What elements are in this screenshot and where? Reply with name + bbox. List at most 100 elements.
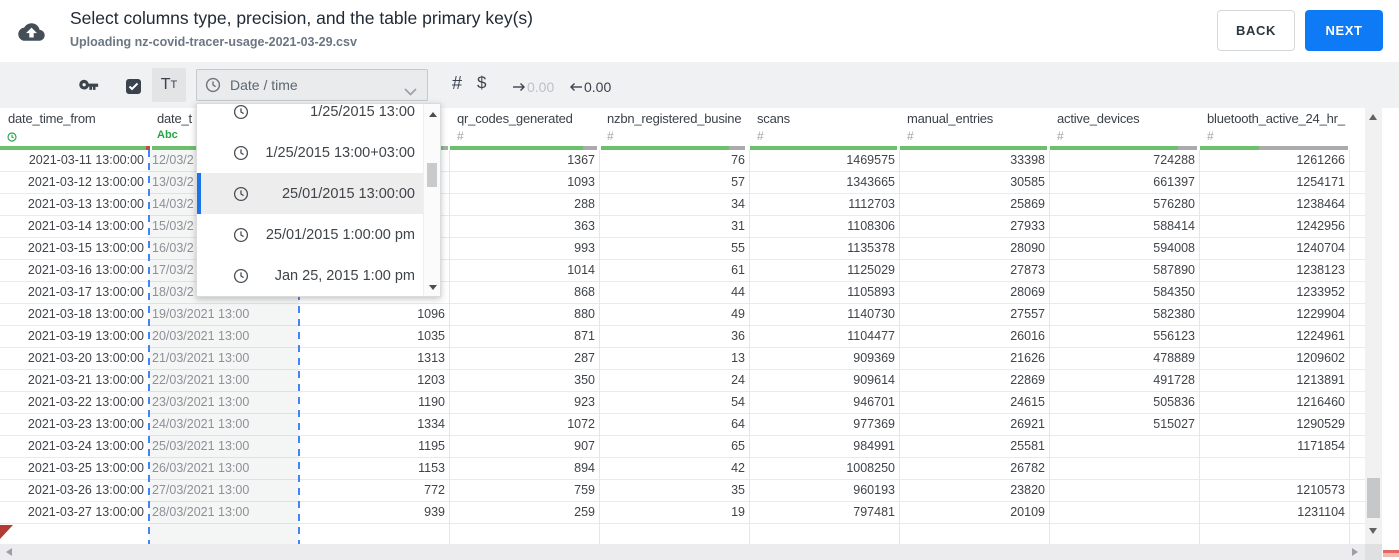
table-cell: 923 [574, 395, 595, 409]
table-cell: 26782 [1010, 461, 1045, 475]
date-format-option[interactable]: 25/01/2015 1:00:00 pm [197, 214, 423, 255]
dropdown-scrollbar-thumb[interactable] [427, 163, 437, 187]
table-cell: 21626 [1010, 351, 1045, 365]
column-header[interactable]: nzbn_registered_busine [607, 111, 749, 126]
table-cell: 1313 [417, 351, 445, 365]
scroll-up-arrow[interactable] [1369, 114, 1377, 120]
table-cell: 1240704 [1296, 241, 1345, 255]
table-cell: 2021-03-21 13:00:00 [27, 373, 144, 387]
table-cell: 1233952 [1296, 285, 1345, 299]
table-cell: 20109 [1010, 505, 1045, 519]
string-type-label: Abc [157, 129, 178, 141]
type-format-select[interactable]: Date / time [196, 69, 428, 101]
table-cell: 587890 [1153, 263, 1195, 277]
column-header[interactable]: bluetooth_active_24_hr_ [1207, 111, 1349, 126]
table-cell: 1290529 [1296, 417, 1345, 431]
decrease-precision-button[interactable]: 0.00 [569, 78, 611, 96]
table-cell: 1229904 [1296, 307, 1345, 321]
text-type-button[interactable]: TT [152, 68, 186, 102]
table-cell: 1469575 [846, 153, 895, 167]
table-cell: 584350 [1153, 285, 1195, 299]
date-format-label: 1/25/2015 13:00+03:00 [265, 144, 415, 161]
table-cell: 1203 [417, 373, 445, 387]
dropdown-scrollbar[interactable] [423, 104, 440, 296]
increase-precision-button[interactable]: 0.00 [512, 78, 554, 96]
date-format-label: 25/01/2015 13:00:00 [281, 185, 415, 202]
table-cell: 25581 [1010, 439, 1045, 453]
date-format-option[interactable]: Jan 25, 2015 1:00 pm [197, 255, 423, 296]
vertical-scrollbar-thumb[interactable] [1367, 478, 1380, 518]
table-cell: 582380 [1153, 307, 1195, 321]
left-arrow-icon [569, 79, 583, 95]
table-cell: 588414 [1153, 219, 1195, 233]
column-header[interactable]: scans [757, 111, 899, 126]
table-cell: 64 [731, 417, 745, 431]
dropdown-scroll-down-arrow[interactable] [428, 285, 437, 290]
date-format-option[interactable]: 1/25/2015 13:00 [197, 104, 423, 132]
date-format-option[interactable]: 25/01/2015 13:00:00 [197, 173, 423, 214]
table-cell: 1108306 [847, 219, 895, 233]
table-cell: 25869 [1010, 197, 1045, 211]
table-cell: 19 [731, 505, 745, 519]
column-separator [1199, 150, 1200, 544]
required-checkbox[interactable] [126, 79, 141, 94]
number-type-label: # [907, 129, 914, 143]
clock-icon [205, 77, 221, 93]
table-cell: 1035 [417, 329, 445, 343]
table-cell: 1008250 [846, 461, 895, 475]
column-header[interactable]: active_devices [1057, 111, 1199, 126]
table-cell: 1135378 [847, 241, 895, 255]
table-cell: 505836 [1153, 395, 1195, 409]
table-cell: 946701 [853, 395, 895, 409]
table-cell: 76 [731, 153, 745, 167]
table-cell: 55 [731, 241, 745, 255]
column-header[interactable]: qr_codes_generated [457, 111, 599, 126]
table-cell: 2021-03-27 13:00:00 [27, 505, 144, 519]
date-format-option[interactable]: 1/25/2015 13:00+03:00 [197, 132, 423, 173]
table-cell: 556123 [1153, 329, 1195, 343]
column-header[interactable]: manual_entries [907, 111, 1049, 126]
table-cell: 23820 [1010, 483, 1045, 497]
table-cell: 939 [424, 505, 445, 519]
scroll-down-arrow[interactable] [1369, 528, 1377, 534]
table-cell: 28069 [1010, 285, 1045, 299]
table-cell: 2021-03-24 13:00:00 [27, 439, 144, 453]
table-cell: 993 [574, 241, 595, 255]
type-format-value: Date / time [230, 77, 298, 93]
column-separator [749, 150, 750, 544]
currency-type-button[interactable]: $ [477, 73, 486, 93]
table-cell: 1014 [567, 263, 595, 277]
table-cell: 2021-03-23 13:00:00 [27, 417, 144, 431]
column-header[interactable]: date_time_from [8, 111, 149, 126]
table-cell: 28090 [1010, 241, 1045, 255]
table-cell: 65 [731, 439, 745, 453]
table-cell: 2021-03-16 13:00:00 [27, 263, 144, 277]
table-cell: 44 [731, 285, 745, 299]
next-button[interactable]: NEXT [1305, 10, 1383, 51]
horizontal-scrollbar[interactable] [0, 544, 1365, 560]
selected-column-left-edge [148, 150, 150, 544]
back-button[interactable]: BACK [1217, 10, 1295, 51]
dropdown-scroll-up-arrow[interactable] [428, 112, 437, 117]
column-separator [899, 150, 900, 544]
primary-key-icon[interactable] [78, 78, 99, 97]
number-type-button[interactable]: # [452, 73, 462, 94]
table-cell: 2021-03-20 13:00:00 [27, 351, 144, 365]
table-cell: 1093 [567, 175, 595, 189]
table-cell: 1096 [417, 307, 445, 321]
table-cell: 772 [424, 483, 445, 497]
column-separator [1349, 150, 1350, 544]
table-cell: 33398 [1010, 153, 1045, 167]
table-cell: 984991 [853, 439, 895, 453]
table-cell: 13 [731, 351, 745, 365]
scroll-left-arrow[interactable] [6, 548, 12, 556]
clock-icon [233, 186, 249, 202]
table-cell: 871 [574, 329, 595, 343]
table-cell: 1209602 [1296, 351, 1345, 365]
scroll-right-arrow[interactable] [1352, 548, 1358, 556]
table-cell: 1216460 [1296, 395, 1345, 409]
table-cell: 31 [731, 219, 745, 233]
clock-icon [233, 145, 249, 161]
page-header: Select columns type, precision, and the … [0, 0, 1399, 62]
datetime-type-icon [7, 129, 17, 147]
